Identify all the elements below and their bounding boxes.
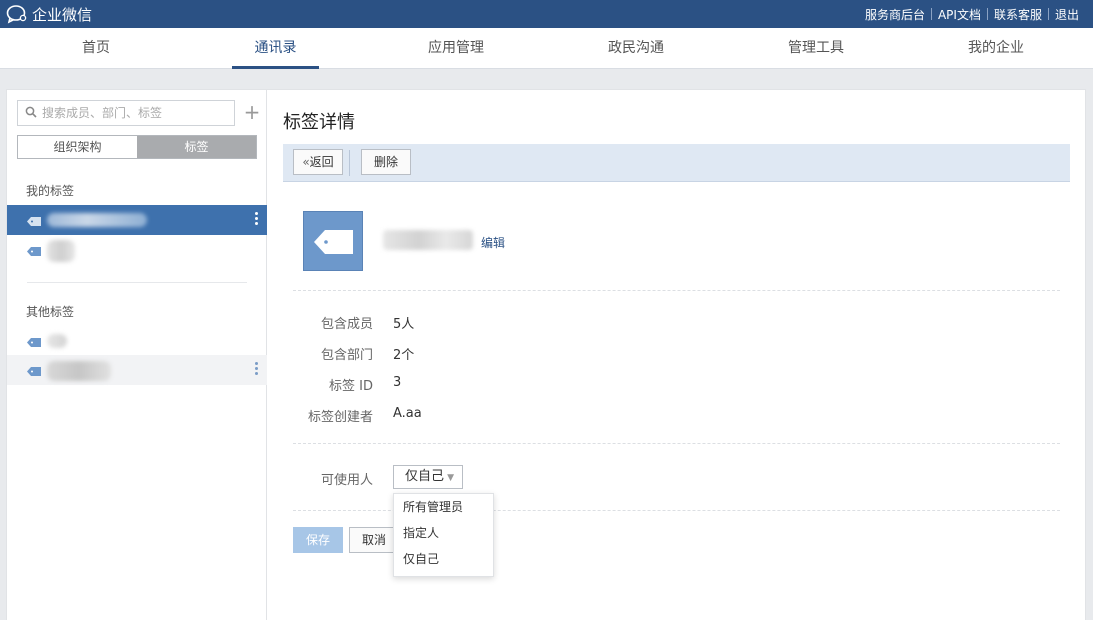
- back-label: 返回: [309, 155, 334, 169]
- brand: 企业微信: [6, 0, 92, 28]
- search-icon: [25, 106, 37, 122]
- option-all-admins[interactable]: 所有管理员: [394, 494, 493, 520]
- tag-icon: [27, 336, 41, 351]
- provider-console-link[interactable]: 服务商后台: [859, 6, 931, 23]
- edit-tag-link[interactable]: 编辑: [481, 234, 505, 251]
- departments-value: 2个: [393, 348, 415, 363]
- nav-contacts[interactable]: 通讯录: [232, 28, 319, 69]
- add-tag-button[interactable]: +: [243, 100, 261, 126]
- view-switch: 组织架构 标签: [17, 135, 257, 159]
- brand-name: 企业微信: [32, 5, 93, 24]
- double-chevron-left-icon: «: [302, 155, 310, 169]
- more-options-icon[interactable]: [255, 212, 259, 228]
- tag-item-selected[interactable]: [7, 205, 267, 235]
- option-only-me[interactable]: 仅自己: [394, 546, 493, 572]
- toolbar-separator: [349, 150, 350, 176]
- tag-name-redacted: [47, 213, 147, 227]
- tag-item[interactable]: [7, 326, 267, 356]
- top-bar: 企业微信 服务商后台 API文档 联系客服 退出: [0, 0, 1093, 28]
- main-nav: 首页 通讯录 应用管理 政民沟通 管理工具 我的企业: [0, 28, 1093, 69]
- dashed-divider: [293, 290, 1060, 291]
- main-panel: + 组织架构 标签 我的标签 其他标签: [6, 89, 1086, 620]
- members-label: 包含成员: [320, 317, 373, 332]
- nav-home[interactable]: 首页: [6, 28, 186, 69]
- members-value: 5人: [393, 317, 415, 332]
- tag-name-redacted: [47, 240, 75, 262]
- usable-by-label: 可使用人: [320, 473, 373, 488]
- api-docs-link[interactable]: API文档: [932, 6, 987, 23]
- contact-support-link[interactable]: 联系客服: [988, 6, 1048, 23]
- tag-id-value: 3: [393, 375, 402, 390]
- usable-by-value: 仅自己: [405, 469, 445, 484]
- creator-label: 标签创建者: [307, 410, 373, 425]
- creator-value: A.aa: [393, 406, 422, 421]
- wework-logo-icon: [6, 4, 28, 24]
- usable-by-select[interactable]: 仅自己 ▼: [393, 465, 463, 489]
- nav-app-management[interactable]: 应用管理: [366, 28, 546, 69]
- detail-toolbar: «返回 删除: [283, 144, 1070, 182]
- top-links: 服务商后台 API文档 联系客服 退出: [859, 0, 1085, 28]
- tag-detail: 标签详情 «返回 删除 编辑 包含成员 5人 包含部门 2个 标签 ID 3 标…: [283, 90, 1073, 620]
- nav-citizen-communication[interactable]: 政民沟通: [546, 28, 726, 69]
- search-box: [17, 100, 235, 126]
- tag-avatar: [303, 211, 363, 271]
- tag-name-redacted: [383, 230, 473, 250]
- tag-icon: [314, 229, 354, 259]
- back-button[interactable]: «返回: [293, 149, 343, 175]
- option-specified-people[interactable]: 指定人: [394, 520, 493, 546]
- sidebar: + 组织架构 标签 我的标签 其他标签: [7, 90, 267, 620]
- tag-icon: [27, 215, 41, 230]
- nav-my-enterprise[interactable]: 我的企业: [906, 28, 1086, 69]
- save-button[interactable]: 保存: [293, 527, 343, 553]
- tab-tags[interactable]: 标签: [137, 136, 256, 158]
- tag-icon: [27, 365, 41, 380]
- tag-name-redacted: [47, 361, 111, 381]
- caret-down-icon: ▼: [447, 473, 454, 483]
- my-tags-title: 我的标签: [26, 184, 75, 198]
- tab-org-structure[interactable]: 组织架构: [18, 136, 137, 158]
- tag-id-label: 标签 ID: [329, 379, 373, 394]
- page-title: 标签详情: [283, 112, 355, 133]
- section-divider: [27, 282, 247, 283]
- tag-name-redacted: [47, 334, 67, 348]
- tag-item[interactable]: [7, 235, 267, 265]
- usable-by-dropdown: 所有管理员 指定人 仅自己: [393, 493, 494, 577]
- search-input[interactable]: [42, 104, 230, 122]
- delete-button[interactable]: 删除: [361, 149, 411, 175]
- logout-link[interactable]: 退出: [1049, 6, 1085, 23]
- nav-management-tools[interactable]: 管理工具: [726, 28, 906, 69]
- departments-label: 包含部门: [320, 348, 373, 363]
- tag-item[interactable]: [7, 355, 267, 385]
- more-options-icon[interactable]: [255, 362, 259, 378]
- other-tags-title: 其他标签: [26, 305, 75, 319]
- dashed-divider: [293, 443, 1060, 444]
- tag-icon: [27, 245, 41, 260]
- cancel-button[interactable]: 取消: [349, 527, 399, 553]
